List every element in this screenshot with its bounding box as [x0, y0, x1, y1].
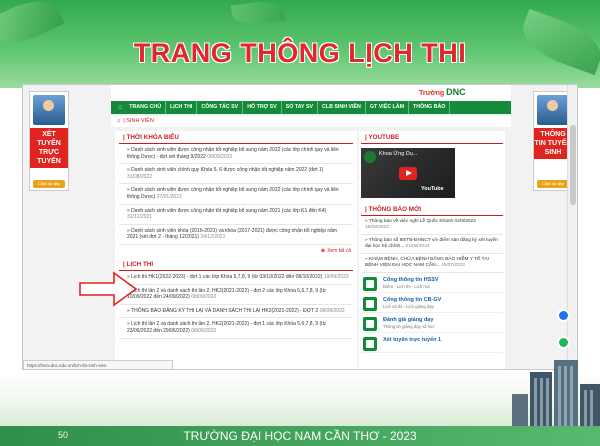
youtube-video[interactable]: Khoa Ứng Dụ... YouTube — [361, 148, 455, 198]
video-title: Khoa Ứng Dụ... — [379, 151, 418, 157]
student-photo — [33, 95, 65, 125]
breadcrumb-item[interactable]: SINH VIÊN — [126, 118, 154, 124]
admission-banner-left[interactable]: XÉT TUYỂN TRỰC TUYẾN Click tại đây — [29, 91, 69, 191]
list-item[interactable]: » THÔNG BÁO ĐĂNG KÝ THI LẠI VÀ DANH SÁCH… — [119, 305, 353, 319]
footer-text: TRƯỜNG ĐẠI HỌC NAM CẦN THƠ - 2023 — [183, 429, 417, 443]
pointer-arrow-icon — [79, 271, 138, 307]
nav-jobs[interactable]: GT VIỆC LÀM — [366, 101, 410, 114]
nav-home[interactable]: TRANG CHỦ — [125, 101, 167, 114]
link-subtitle: Điểm - Lịch thi - Lịch học — [383, 284, 431, 289]
list-item[interactable]: » KHÁM BỆNH, CHỮA BỆNH BẰNG BẢO HIỂM Y T… — [361, 254, 503, 273]
student-photo — [537, 95, 569, 125]
banner-button[interactable]: Click tại đây — [33, 180, 65, 188]
link-subtitle: Lịch và thi - Lịch giảng dạy — [383, 304, 434, 309]
portal-link-evaluation[interactable]: Đánh giá giảng dạy Thông tin giảng dạy v… — [361, 316, 503, 333]
list-item[interactable]: » Danh sách sinh viên được công nhận tốt… — [119, 144, 353, 165]
main-column: | THỜI KHÓA BIỂU » Danh sách sinh viên đ… — [115, 131, 357, 369]
link-subtitle: Thông tin giảng dạy và học — [383, 324, 435, 329]
breadcrumb: ⌂ | SINH VIÊN — [111, 116, 511, 127]
slide-title: TRANG THÔNG LỊCH THI — [133, 38, 467, 68]
nav-student-support[interactable]: HỖ TRỢ SV — [243, 101, 282, 114]
main-nav: ⌂ TRANG CHỦ LỊCH THI CÔNG TÁC SV HỖ TRỢ … — [111, 101, 511, 114]
youtube-heading: | YOUTUBE — [361, 131, 503, 144]
site-brand: Trường DNC — [419, 87, 466, 97]
link-title: Cổng thông tin CB-GV — [383, 297, 442, 303]
chat-icon[interactable] — [557, 336, 570, 349]
banner-button[interactable]: Click tại đây — [537, 180, 569, 188]
link-title: Đánh giá giảng dạy — [383, 317, 434, 323]
list-item[interactable]: » Lịch thi HK1(2022-2023) - đợt 1 các lớ… — [119, 271, 353, 285]
notices-heading: | THÔNG BÁO MỚI — [361, 198, 503, 216]
nav-student-affairs[interactable]: CÔNG TÁC SV — [197, 101, 244, 114]
portal-icon — [363, 337, 377, 351]
slide: TRANG THÔNG LỊCH THI Trường DNC ⌂ TRANG … — [0, 0, 600, 446]
list-item[interactable]: » Danh sách sinh viên được công nhận tốt… — [119, 205, 353, 225]
home-icon[interactable]: ⌂ — [117, 118, 120, 124]
portal-icon — [363, 297, 377, 311]
home-icon[interactable]: ⌂ — [115, 101, 125, 114]
list-item[interactable]: » Lịch thi lần 2 và danh sách thi lần 2,… — [119, 318, 353, 339]
scrollbar[interactable] — [567, 85, 577, 369]
portal-link-staff[interactable]: Cổng thông tin CB-GV Lịch và thi - Lịch … — [361, 296, 503, 313]
nav-exam-schedule[interactable]: LỊCH THI — [166, 101, 198, 114]
nav-notices[interactable]: THÔNG BÁO — [409, 101, 451, 114]
timetable-heading: | THỜI KHÓA BIỂU — [119, 131, 353, 144]
messenger-icon[interactable] — [557, 309, 570, 322]
site-header: Trường DNC — [111, 85, 511, 101]
website-screenshot: Trường DNC ⌂ TRANG CHỦ LỊCH THI CÔNG TÁC… — [22, 84, 578, 370]
exam-schedule-heading: | LỊCH THI — [119, 258, 353, 271]
list-item[interactable]: » Lịch thi lần 2 và danh sách thi lần 2,… — [119, 285, 353, 305]
youtube-logo: YouTube — [421, 186, 444, 192]
list-item[interactable]: » Thông báo số 88/TB-ĐHNCT v/v điểm sàn … — [361, 235, 503, 254]
nav-student-handbook[interactable]: SỔ TAY SV — [282, 101, 319, 114]
portal-icon — [363, 277, 377, 291]
list-item[interactable]: » Danh sách sinh viên khóa (2016-2021) v… — [119, 225, 353, 245]
list-item[interactable]: » Thông báo về việc nghỉ Lễ Quốc Khánh 0… — [361, 216, 503, 235]
portal-icon — [363, 317, 377, 331]
right-column: | YOUTUBE Khoa Ứng Dụ... YouTube | THÔNG… — [359, 131, 505, 369]
list-item[interactable]: » Danh sách sinh viên được công nhận tốt… — [119, 184, 353, 205]
scrollbar-thumb[interactable] — [570, 125, 576, 205]
list-item[interactable]: » Danh sách sinh viên chính quy Khóa 5, … — [119, 164, 353, 185]
portal-link-students[interactable]: Cổng thông tin HSSV Điểm - Lịch thi - Lị… — [361, 276, 503, 293]
channel-avatar — [364, 151, 376, 163]
link-title: Xét tuyển trực tuyến 1 — [383, 337, 442, 343]
banner-text: XÉT TUYỂN TRỰC TUYẾN — [30, 128, 68, 168]
link-title: Cổng thông tin HSSV — [383, 277, 439, 283]
page-number: 50 — [58, 430, 69, 440]
view-all-link[interactable]: ⊕ Xem tất cả — [115, 245, 357, 258]
nav-student-clubs[interactable]: CLB SINH VIÊN — [318, 101, 366, 114]
browser-status-url: https://hssv.dnc.edu.vn/lich-thi-sinh-vi… — [23, 360, 173, 369]
portal-link-admission[interactable]: Xét tuyển trực tuyến 1 — [361, 336, 503, 353]
play-icon[interactable] — [399, 167, 417, 180]
plus-icon: ⊕ — [320, 247, 326, 254]
